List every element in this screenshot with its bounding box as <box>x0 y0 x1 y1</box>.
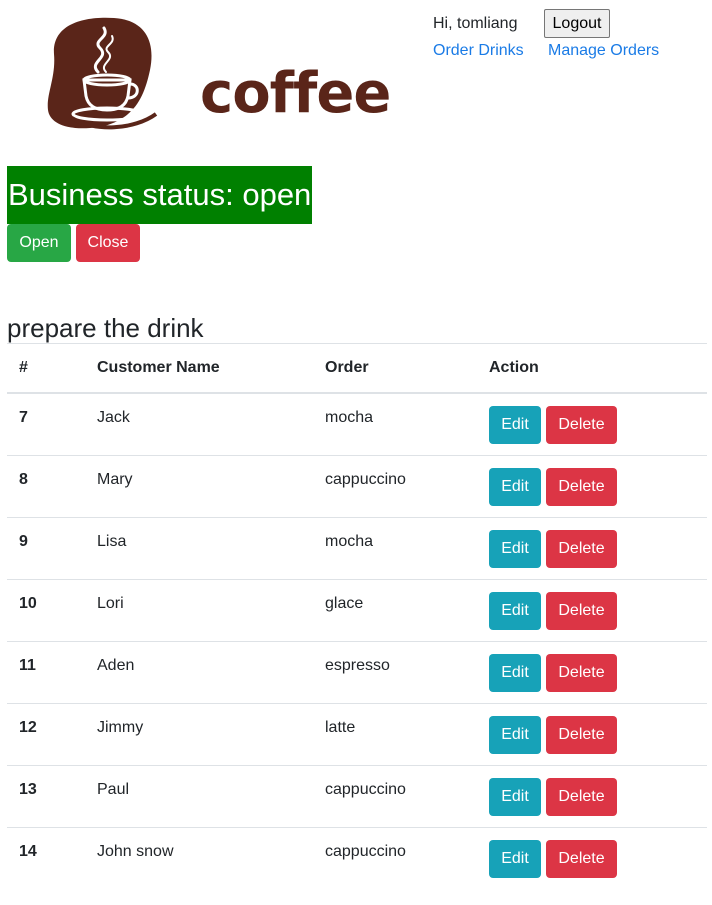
customer-name-cell: Lisa <box>85 516 313 579</box>
order-drink-cell: cappuccino <box>313 764 477 827</box>
logout-button[interactable]: Logout <box>544 9 610 38</box>
action-cell: Edit Delete <box>477 454 707 517</box>
delete-order-button[interactable]: Delete <box>546 529 617 568</box>
order-id-cell: 9 <box>7 516 85 579</box>
order-drink-cell: latte <box>313 702 477 765</box>
edit-order-button[interactable]: Edit <box>489 406 541 444</box>
customer-name-cell: Jimmy <box>85 702 313 765</box>
logo-text: coffee <box>200 61 391 126</box>
delete-order-button[interactable]: Delete <box>546 406 617 444</box>
order-id-cell: 7 <box>7 392 85 455</box>
order-drink-cell: mocha <box>313 516 477 579</box>
table-row: 9 Lisa mocha Edit Delete <box>7 516 707 579</box>
coffee-cup-icon <box>47 17 158 130</box>
table-row: 14 John snow cappuccino Edit Delete <box>7 826 707 889</box>
action-cell: Edit Delete <box>477 578 707 641</box>
order-id-cell: 10 <box>7 578 85 641</box>
section-title: prepare the drink <box>7 313 204 343</box>
order-id-cell: 11 <box>7 640 85 703</box>
action-cell: Edit Delete <box>477 392 707 455</box>
order-drink-cell: glace <box>313 578 477 641</box>
delete-order-button[interactable]: Delete <box>546 777 617 816</box>
customer-name-cell: Aden <box>85 640 313 703</box>
order-id-cell: 13 <box>7 764 85 827</box>
delete-order-button[interactable]: Delete <box>546 653 617 692</box>
order-drink-cell: cappuccino <box>313 826 477 889</box>
user-greeting: Hi, tomliang <box>433 15 518 32</box>
action-cell: Edit Delete <box>477 702 707 765</box>
table-row: 8 Mary cappuccino Edit Delete <box>7 454 707 517</box>
order-id-cell: 8 <box>7 454 85 517</box>
close-business-button[interactable]: Close <box>76 224 140 262</box>
action-cell: Edit Delete <box>477 640 707 703</box>
orders-table: # Customer Name Order Action 7 Jack mocha E… <box>7 343 707 889</box>
order-id-cell: 14 <box>7 826 85 889</box>
table-row: 12 Jimmy latte Edit Delete <box>7 702 707 765</box>
nav-order-drinks-link[interactable]: Order Drinks <box>433 41 524 61</box>
action-cell: Edit Delete <box>477 826 707 889</box>
column-header-customer-name: Customer Name <box>85 343 313 394</box>
edit-order-button[interactable]: Edit <box>489 777 541 816</box>
delete-order-button[interactable]: Delete <box>546 839 617 878</box>
delete-order-button[interactable]: Delete <box>546 591 617 630</box>
edit-order-button[interactable]: Edit <box>489 839 541 878</box>
action-cell: Edit Delete <box>477 764 707 827</box>
customer-name-cell: Lori <box>85 578 313 641</box>
order-id-cell: 12 <box>7 702 85 765</box>
column-header-action: Action <box>477 343 707 394</box>
order-drink-cell: mocha <box>313 392 477 455</box>
customer-name-cell: Jack <box>85 392 313 455</box>
table-row: 7 Jack mocha Edit Delete <box>7 392 707 455</box>
table-row: 10 Lori glace Edit Delete <box>7 578 707 641</box>
delete-order-button[interactable]: Delete <box>546 467 617 506</box>
order-drink-cell: cappuccino <box>313 454 477 517</box>
customer-name-cell: Mary <box>85 454 313 517</box>
action-cell: Edit Delete <box>477 516 707 579</box>
table-row: 11 Aden espresso Edit Delete <box>7 640 707 703</box>
edit-order-button[interactable]: Edit <box>489 529 541 568</box>
edit-order-button[interactable]: Edit <box>489 715 541 754</box>
column-header-id: # <box>7 343 85 394</box>
table-header-row: # Customer Name Order Action <box>7 343 707 394</box>
table-row: 13 Paul cappuccino Edit Delete <box>7 764 707 827</box>
business-status-banner: Business status: open <box>7 166 313 224</box>
nav-manage-orders-link[interactable]: Manage Orders <box>548 41 659 61</box>
order-drink-cell: espresso <box>313 640 477 703</box>
edit-order-button[interactable]: Edit <box>489 591 541 630</box>
customer-name-cell: Paul <box>85 764 313 827</box>
orders-table-body: 7 Jack mocha Edit Delete 8 Mary cappuccino Edit D… <box>7 392 707 889</box>
edit-order-button[interactable]: Edit <box>489 653 541 692</box>
customer-name-cell: John snow <box>85 826 313 889</box>
open-business-button[interactable]: Open <box>7 224 71 262</box>
edit-order-button[interactable]: Edit <box>489 467 541 506</box>
coffee-logo: coffee <box>44 14 391 132</box>
delete-order-button[interactable]: Delete <box>546 715 617 754</box>
column-header-order: Order <box>313 343 477 394</box>
